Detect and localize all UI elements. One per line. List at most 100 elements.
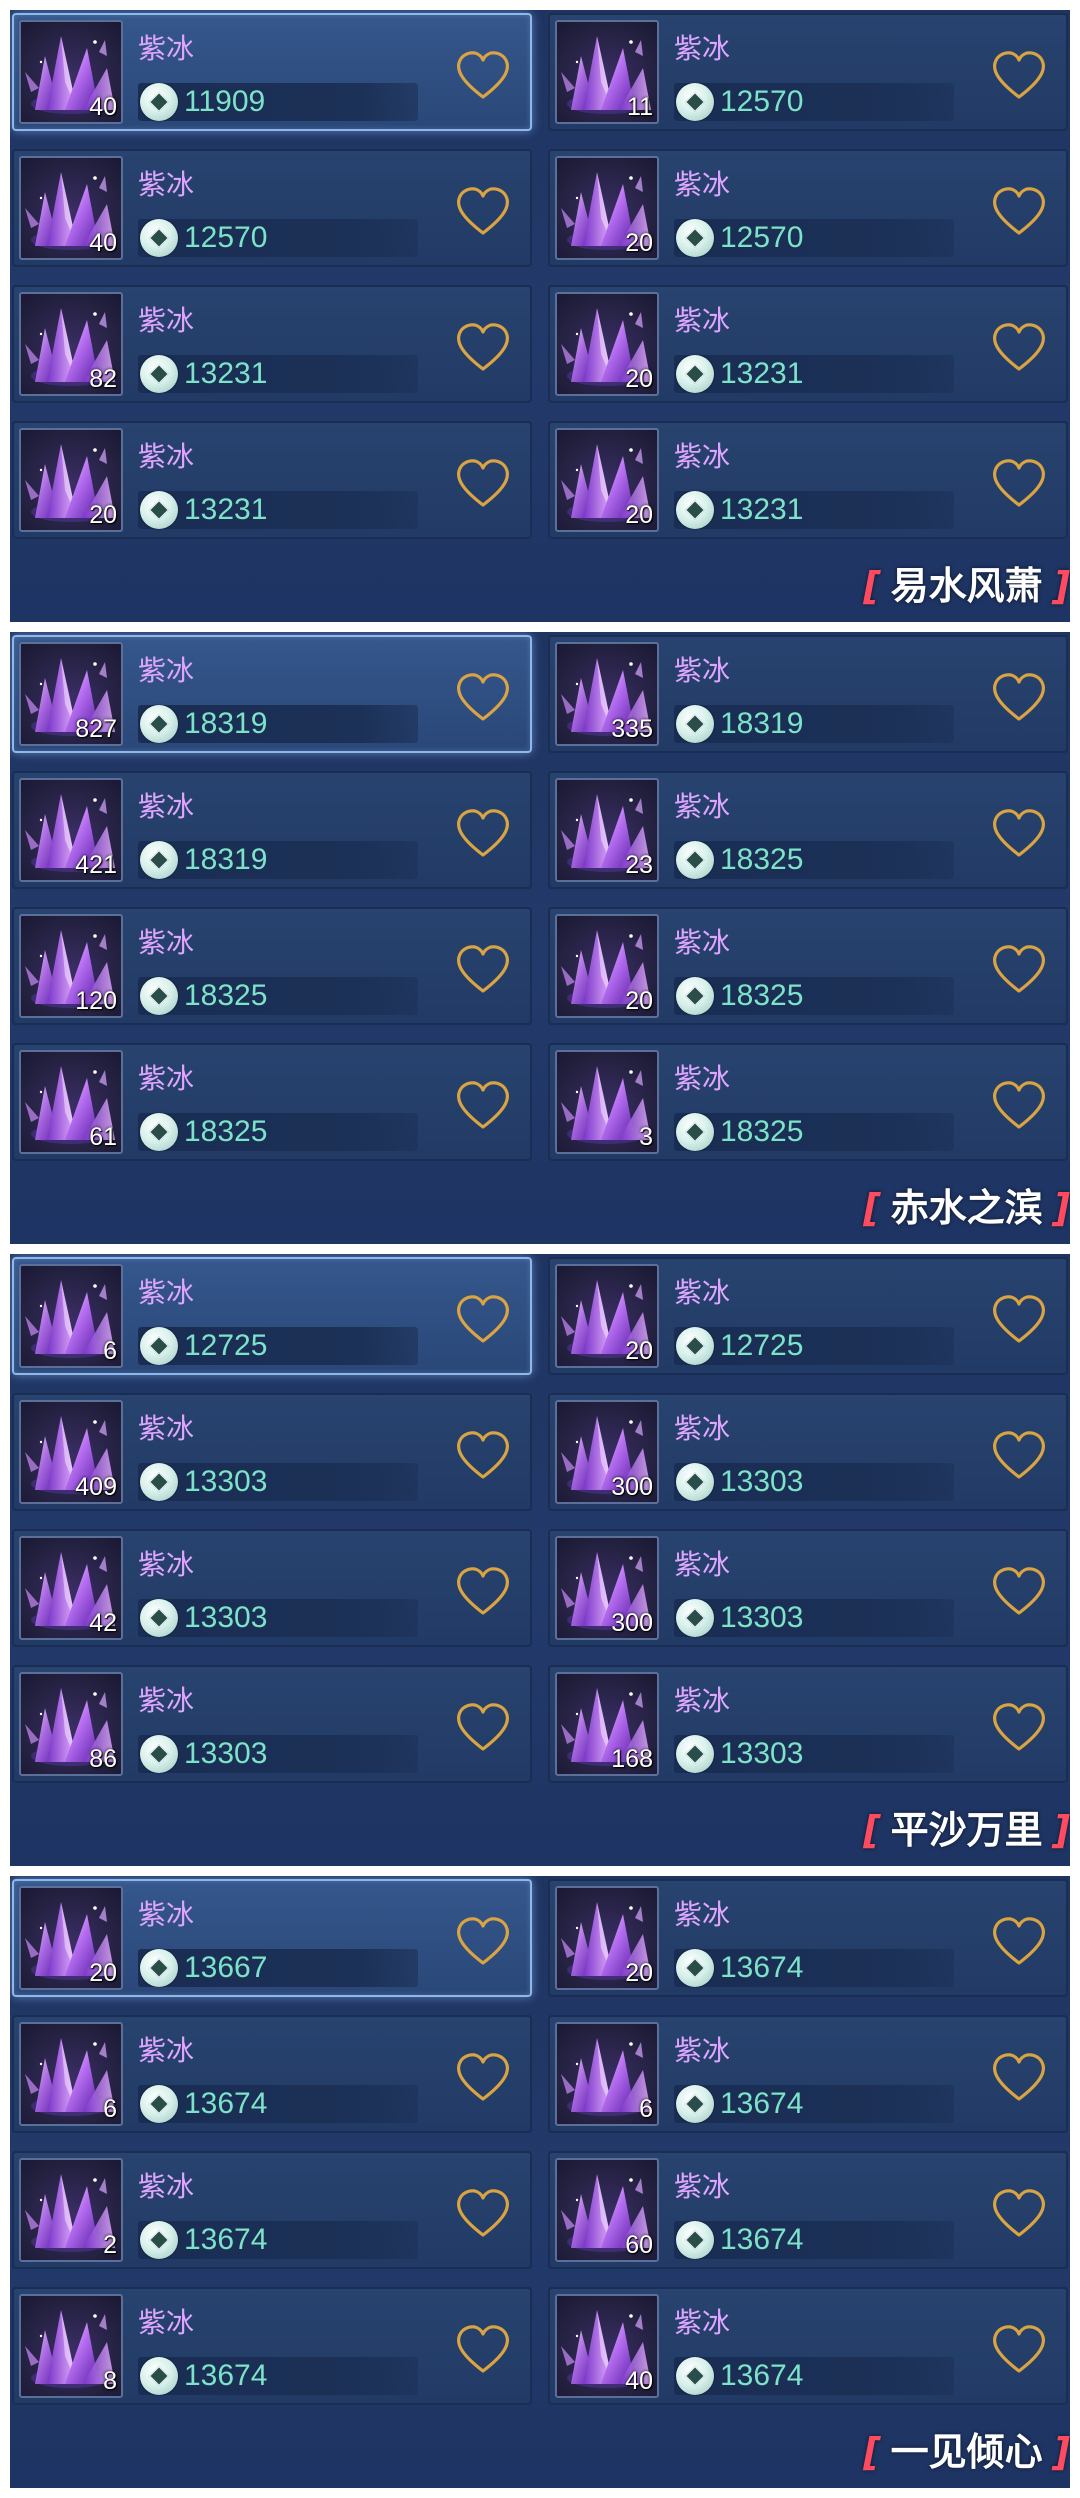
item-thumbnail[interactable]: 120: [19, 914, 123, 1018]
listing-item[interactable]: 168 紫冰 13303: [548, 1665, 1068, 1783]
item-thumbnail[interactable]: 168: [555, 1672, 659, 1776]
listing-item[interactable]: 20 紫冰 13231: [548, 421, 1068, 539]
listing-item[interactable]: 23 紫冰 18325: [548, 771, 1068, 889]
listing-item[interactable]: 40 紫冰 12570: [12, 149, 532, 267]
favorite-button[interactable]: [990, 2051, 1048, 2103]
favorite-button[interactable]: [990, 1293, 1048, 1345]
listing-item[interactable]: 120 紫冰 18325: [12, 907, 532, 1025]
listing-item[interactable]: 421 紫冰 18319: [12, 771, 532, 889]
favorite-button[interactable]: [454, 1079, 512, 1131]
item-thumbnail[interactable]: 40: [19, 20, 123, 124]
item-thumbnail[interactable]: 827: [19, 642, 123, 746]
listing-item[interactable]: 20 紫冰 18325: [548, 907, 1068, 1025]
favorite-button[interactable]: [990, 943, 1048, 995]
quantity-label: 42: [89, 1609, 117, 1637]
item-thumbnail[interactable]: 82: [19, 292, 123, 396]
favorite-button[interactable]: [990, 1701, 1048, 1753]
item-thumbnail[interactable]: 23: [555, 778, 659, 882]
item-thumbnail[interactable]: 40: [555, 2294, 659, 2398]
favorite-button[interactable]: [454, 185, 512, 237]
favorite-button[interactable]: [454, 1429, 512, 1481]
listing-item[interactable]: 40 紫冰 13674: [548, 2287, 1068, 2405]
favorite-button[interactable]: [990, 1915, 1048, 1967]
listing-item[interactable]: 20 紫冰 12725: [548, 1257, 1068, 1375]
listing-item[interactable]: 6 紫冰 12725: [12, 1257, 532, 1375]
quantity-label: 409: [75, 1473, 117, 1501]
item-thumbnail[interactable]: 6: [555, 2022, 659, 2126]
favorite-button[interactable]: [454, 2323, 512, 2375]
favorite-button[interactable]: [454, 1293, 512, 1345]
listing-item[interactable]: 61 紫冰 18325: [12, 1043, 532, 1161]
listing-item[interactable]: 86 紫冰 13303: [12, 1665, 532, 1783]
listing-item[interactable]: 82 紫冰 13231: [12, 285, 532, 403]
favorite-button[interactable]: [454, 671, 512, 723]
listing-item[interactable]: 335 紫冰 18319: [548, 635, 1068, 753]
favorite-button[interactable]: [454, 1915, 512, 1967]
listing-item[interactable]: 11 紫冰 12570: [548, 13, 1068, 131]
item-thumbnail[interactable]: 20: [555, 292, 659, 396]
item-thumbnail[interactable]: 86: [19, 1672, 123, 1776]
favorite-button[interactable]: [454, 1565, 512, 1617]
item-thumbnail[interactable]: 335: [555, 642, 659, 746]
favorite-button[interactable]: [990, 1565, 1048, 1617]
item-thumbnail[interactable]: 2: [19, 2158, 123, 2262]
listing-item[interactable]: 20 紫冰 13667: [12, 1879, 532, 1997]
item-thumbnail[interactable]: 11: [555, 20, 659, 124]
favorite-button[interactable]: [454, 457, 512, 509]
item-thumbnail[interactable]: 60: [555, 2158, 659, 2262]
favorite-button[interactable]: [990, 321, 1048, 373]
item-thumbnail[interactable]: 300: [555, 1400, 659, 1504]
favorite-button[interactable]: [454, 49, 512, 101]
item-thumbnail[interactable]: 20: [19, 428, 123, 532]
listing-item[interactable]: 2 紫冰 13674: [12, 2151, 532, 2269]
item-thumbnail[interactable]: 409: [19, 1400, 123, 1504]
listing-item[interactable]: 3 紫冰 18325: [548, 1043, 1068, 1161]
favorite-button[interactable]: [990, 2323, 1048, 2375]
item-thumbnail[interactable]: 20: [555, 914, 659, 1018]
listing-item[interactable]: 20 紫冰 12570: [548, 149, 1068, 267]
item-thumbnail[interactable]: 421: [19, 778, 123, 882]
item-thumbnail[interactable]: 20: [555, 156, 659, 260]
item-thumbnail[interactable]: 20: [555, 1264, 659, 1368]
listing-item[interactable]: 300 紫冰 13303: [548, 1393, 1068, 1511]
favorite-button[interactable]: [990, 671, 1048, 723]
listing-item[interactable]: 8 紫冰 13674: [12, 2287, 532, 2405]
item-thumbnail[interactable]: 8: [19, 2294, 123, 2398]
favorite-button[interactable]: [990, 457, 1048, 509]
listing-item[interactable]: 409 紫冰 13303: [12, 1393, 532, 1511]
favorite-button[interactable]: [454, 2051, 512, 2103]
item-thumbnail[interactable]: 42: [19, 1536, 123, 1640]
listing-item[interactable]: 20 紫冰 13231: [12, 421, 532, 539]
item-thumbnail[interactable]: 20: [19, 1886, 123, 1990]
favorite-button[interactable]: [990, 1429, 1048, 1481]
favorite-button[interactable]: [454, 807, 512, 859]
item-thumbnail[interactable]: 3: [555, 1050, 659, 1154]
listing-item[interactable]: 42 紫冰 13303: [12, 1529, 532, 1647]
item-thumbnail[interactable]: 20: [555, 428, 659, 532]
favorite-button[interactable]: [990, 1079, 1048, 1131]
quantity-label: 20: [89, 501, 117, 529]
item-thumbnail[interactable]: 300: [555, 1536, 659, 1640]
favorite-button[interactable]: [990, 49, 1048, 101]
favorite-button[interactable]: [454, 2187, 512, 2239]
item-thumbnail[interactable]: 40: [19, 156, 123, 260]
listing-item[interactable]: 6 紫冰 13674: [548, 2015, 1068, 2133]
jade-coin-icon: [140, 219, 178, 257]
favorite-button[interactable]: [454, 1701, 512, 1753]
listing-item[interactable]: 20 紫冰 13231: [548, 285, 1068, 403]
favorite-button[interactable]: [454, 321, 512, 373]
listing-item[interactable]: 60 紫冰 13674: [548, 2151, 1068, 2269]
listing-item[interactable]: 827 紫冰 18319: [12, 635, 532, 753]
item-thumbnail[interactable]: 6: [19, 2022, 123, 2126]
item-thumbnail[interactable]: 61: [19, 1050, 123, 1154]
favorite-button[interactable]: [454, 943, 512, 995]
item-thumbnail[interactable]: 20: [555, 1886, 659, 1990]
listing-item[interactable]: 40 紫冰 11909: [12, 13, 532, 131]
favorite-button[interactable]: [990, 807, 1048, 859]
listing-item[interactable]: 300 紫冰 13303: [548, 1529, 1068, 1647]
favorite-button[interactable]: [990, 2187, 1048, 2239]
listing-item[interactable]: 20 紫冰 13674: [548, 1879, 1068, 1997]
listing-item[interactable]: 6 紫冰 13674: [12, 2015, 532, 2133]
item-thumbnail[interactable]: 6: [19, 1264, 123, 1368]
favorite-button[interactable]: [990, 185, 1048, 237]
